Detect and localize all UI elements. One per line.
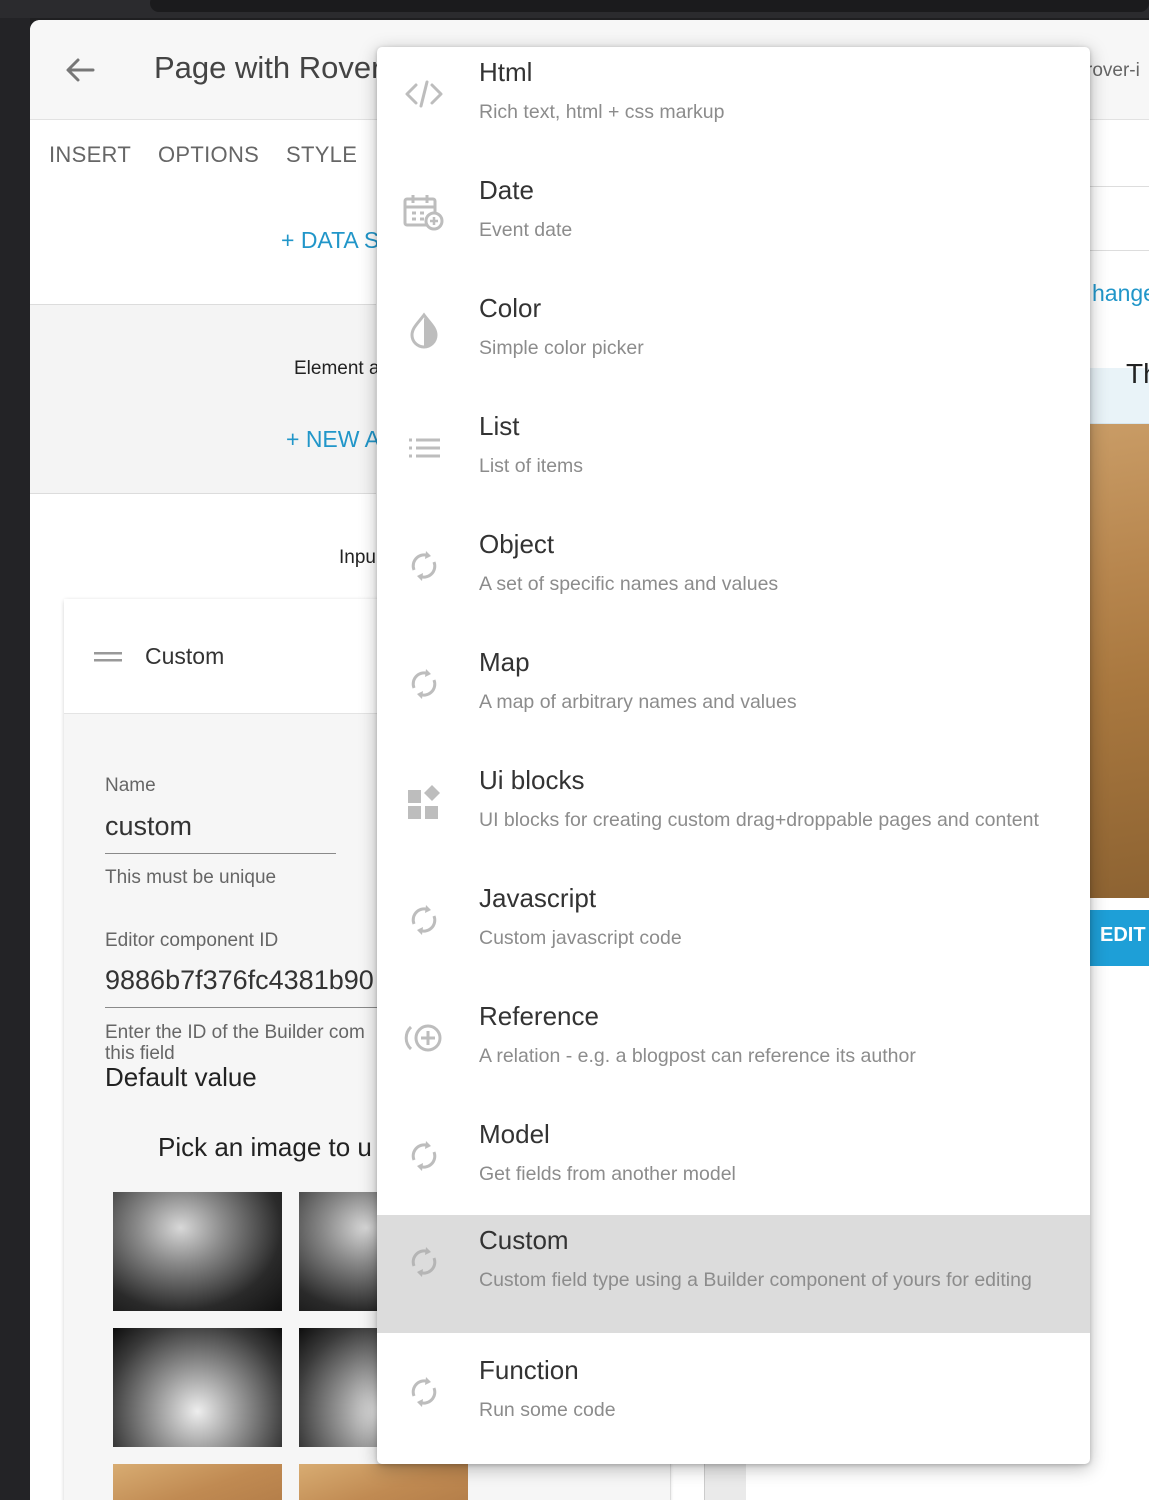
menu-item-description: A set of specific names and values [479, 573, 779, 595]
code-icon [401, 71, 447, 117]
menu-item-description: Custom field type using a Builder compon… [479, 1269, 1032, 1291]
image-option[interactable] [113, 1328, 282, 1447]
menu-item-label: Model [479, 1119, 550, 1149]
calendar-add-icon [401, 189, 447, 235]
image-option[interactable] [299, 1464, 468, 1500]
component-id-help: Enter the ID of the Builder com this fie… [105, 1022, 365, 1064]
divider [1088, 250, 1149, 251]
menu-item-description: Rich text, html + css markup [479, 101, 725, 123]
menu-item-reference[interactable]: Reference A relation - e.g. a blogpost c… [377, 991, 1090, 1109]
name-field-label: Name [105, 775, 156, 796]
menu-item-description: Event date [479, 219, 573, 241]
menu-item-date[interactable]: Date Event date [377, 165, 1090, 283]
menu-item-color[interactable]: Color Simple color picker [377, 283, 1090, 401]
reference-add-icon [401, 1015, 447, 1061]
component-id-help-line1: Enter the ID of the Builder com [105, 1022, 365, 1043]
field-type-menu: Html Rich text, html + css markup Date E… [377, 47, 1090, 1464]
component-id-field[interactable]: 9886b7f376fc4381b90 [105, 965, 374, 996]
name-field-underline [105, 853, 336, 854]
menu-item-list[interactable]: List List of items [377, 401, 1090, 519]
tab-style[interactable]: STYLE [286, 142, 357, 168]
widgets-icon [401, 779, 447, 825]
menu-item-label: Object [479, 529, 555, 559]
menu-item-label: Function [479, 1355, 579, 1385]
menu-item-description: UI blocks for creating custom drag+dropp… [479, 809, 1039, 831]
menu-item-html[interactable]: Html Rich text, html + css markup [377, 47, 1090, 165]
page-title: Page with Rover [154, 50, 382, 85]
default-value-label: Default value [105, 1062, 257, 1092]
menu-item-description: A map of arbitrary names and values [479, 691, 797, 713]
new-action-link[interactable]: + NEW A [286, 426, 380, 453]
sync-icon [401, 543, 447, 589]
pick-image-label: Pick an image to u [158, 1132, 372, 1162]
menu-item-label: List [479, 411, 520, 441]
menu-item-label: Html [479, 57, 533, 87]
menu-item-description: A relation - e.g. a blogpost can referen… [479, 1045, 916, 1067]
name-field[interactable]: custom [105, 811, 192, 842]
menu-item-object[interactable]: Object A set of specific names and value… [377, 519, 1090, 637]
sync-icon [401, 1239, 447, 1285]
color-drop-icon [401, 307, 447, 353]
browser-url-bar [150, 0, 1149, 12]
element-actions-label: Element a [294, 358, 380, 379]
menu-item-custom[interactable]: Custom Custom field type using a Builder… [377, 1215, 1090, 1333]
inputs-label: Inpu [339, 547, 376, 568]
menu-item-function[interactable]: Function Run some code [377, 1345, 1090, 1463]
tab-options[interactable]: OPTIONS [158, 142, 259, 168]
menu-item-javascript[interactable]: Javascript Custom javascript code [377, 873, 1090, 991]
list-icon [401, 425, 447, 471]
image-option[interactable] [113, 1192, 282, 1311]
menu-item-label: Custom [479, 1225, 569, 1255]
browser-top-bar [0, 0, 1149, 18]
menu-item-label: Javascript [479, 883, 597, 913]
left-dark-edge [0, 18, 30, 1500]
component-id-help-line2: this field [105, 1043, 175, 1064]
element-actions-section [30, 304, 376, 494]
back-arrow-icon[interactable] [63, 53, 97, 87]
sync-icon [401, 897, 447, 943]
preview-image [1088, 424, 1149, 898]
menu-item-map[interactable]: Map A map of arbitrary names and values [377, 637, 1090, 755]
menu-item-ui-blocks[interactable]: Ui blocks UI blocks for creating custom … [377, 755, 1090, 873]
sync-icon [401, 1369, 447, 1415]
menu-item-label: Color [479, 293, 542, 323]
menu-item-description: Get fields from another model [479, 1163, 736, 1185]
editor-tabs: INSERT OPTIONS STYLE [30, 120, 376, 190]
add-data-source-link[interactable]: + DATA S [281, 227, 379, 254]
sync-icon [401, 1133, 447, 1179]
sync-icon [401, 661, 447, 707]
menu-item-label: Reference [479, 1001, 599, 1031]
preview-panel: hange Th EDIT [1088, 120, 1149, 1500]
menu-item-label: Ui blocks [479, 765, 585, 795]
menu-item-model[interactable]: Model Get fields from another model [377, 1109, 1090, 1227]
menu-item-label: Map [479, 647, 530, 677]
component-id-underline [105, 1007, 405, 1008]
menu-item-label: Date [479, 175, 534, 205]
edit-button[interactable]: EDIT [1088, 910, 1149, 966]
menu-item-description: Run some code [479, 1399, 616, 1421]
card-title: Custom [145, 643, 225, 669]
tab-insert[interactable]: INSERT [49, 142, 131, 168]
preview-heading: Th [1126, 358, 1149, 389]
divider [1088, 186, 1149, 187]
menu-item-description: Custom javascript code [479, 927, 682, 949]
name-field-help: This must be unique [105, 867, 277, 888]
image-option[interactable] [113, 1464, 282, 1500]
drag-handle-icon[interactable] [94, 650, 122, 664]
change-link[interactable]: hange [1092, 280, 1149, 307]
menu-item-description: Simple color picker [479, 337, 644, 359]
menu-item-description: List of items [479, 455, 584, 477]
component-id-label: Editor component ID [105, 930, 279, 951]
page-url-fragment: rover-i [1086, 60, 1140, 81]
scrollbar-thumb[interactable] [704, 1460, 746, 1500]
